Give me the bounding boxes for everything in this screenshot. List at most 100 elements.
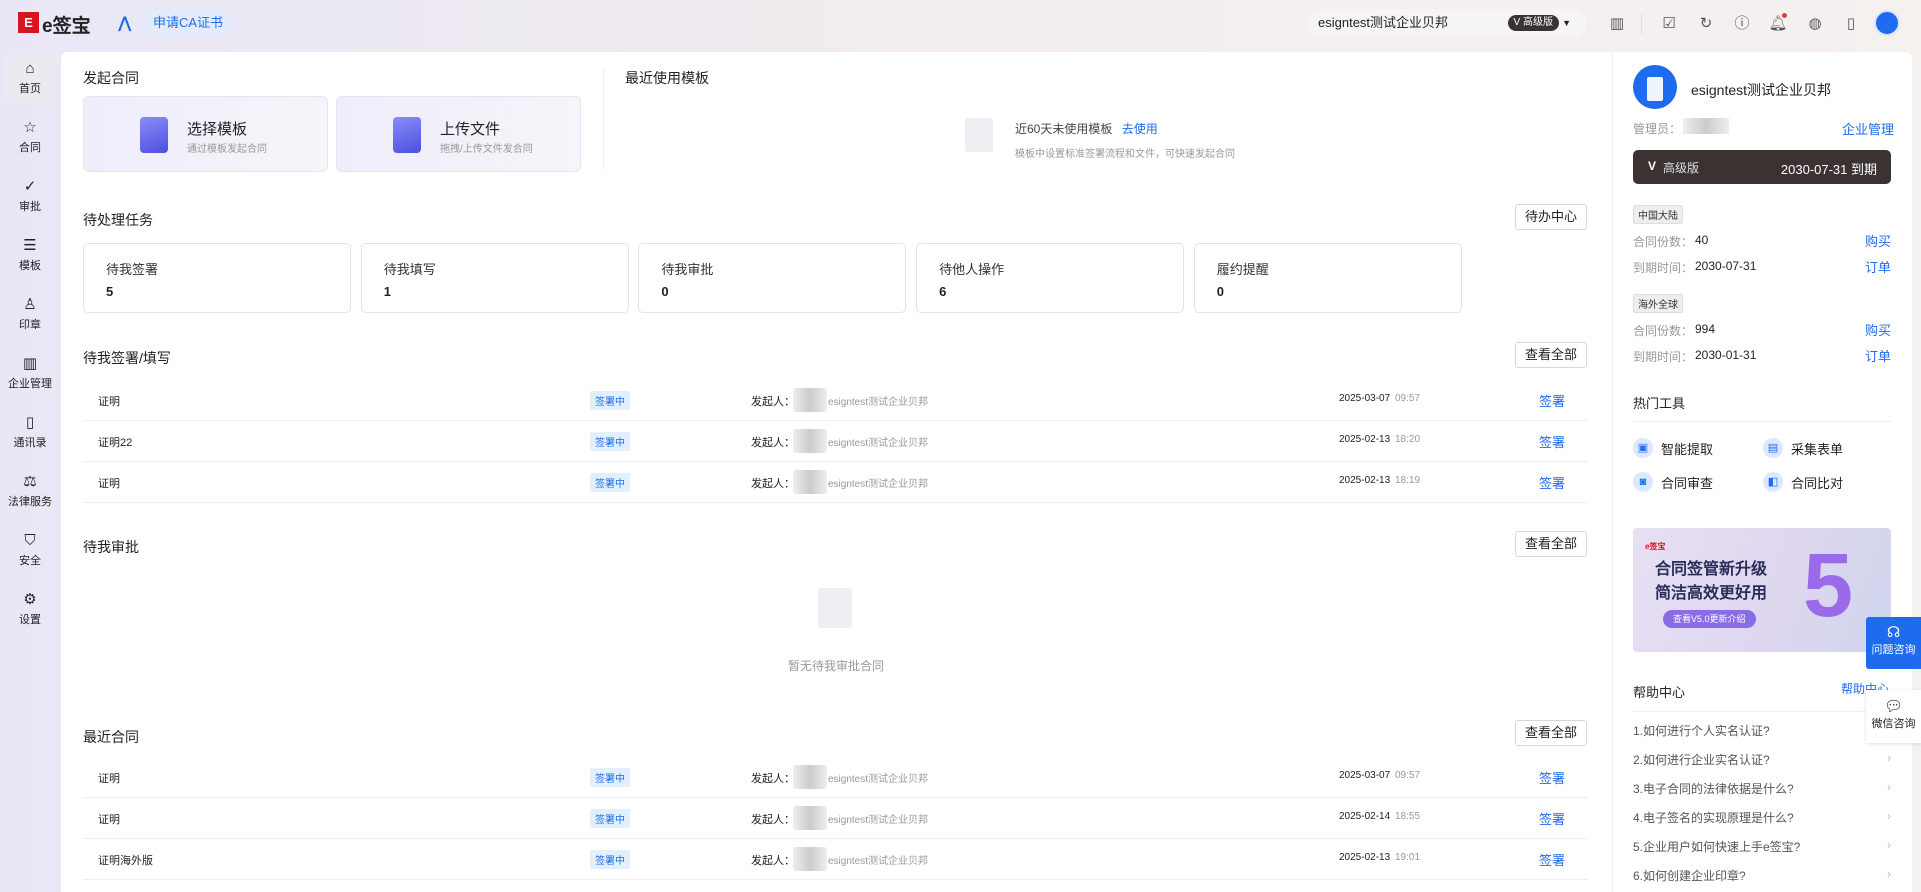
table-row[interactable]: 证明海外版 签署中 发起人： esigntest测试企业贝邦 2025-02-1… — [83, 839, 1588, 880]
tool-item[interactable]: ▣ 智能提取 — [1633, 438, 1713, 458]
contract-name[interactable]: 证明 — [98, 475, 120, 491]
sidebar-item[interactable]: ▥ 企业管理 — [5, 349, 55, 399]
recent-contracts-title: 最近合同 — [83, 729, 139, 745]
table-row[interactable]: 证明22 签署中 发起人： esigntest测试企业贝邦 2025-02-13… — [83, 421, 1588, 462]
task-card[interactable]: 履约提醒 0 — [1193, 243, 1462, 313]
help-icon[interactable]: ⓘ — [1732, 14, 1752, 34]
task-card[interactable]: 待我签署 5 — [83, 243, 351, 313]
bell-icon[interactable]: 🔔︎ — [1768, 13, 1788, 34]
consult-button[interactable]: ☊ 问题咨询 — [1866, 617, 1921, 669]
contract-name[interactable]: 证明 — [98, 770, 120, 786]
divider — [1633, 711, 1891, 712]
todo-center-button[interactable]: 待办中心 — [1515, 204, 1588, 230]
time: 18:55 — [1395, 811, 1421, 822]
contacts-icon: ▯ — [25, 414, 35, 431]
time: 19:01 — [1395, 852, 1421, 863]
buy-link[interactable]: 购买 — [1865, 231, 1891, 250]
task-count: 0 — [1216, 284, 1225, 299]
help-item[interactable]: 1.如何进行个人实名认证? — [1633, 722, 1891, 739]
company-avatar-icon — [1633, 65, 1677, 109]
card-subtitle: 拖拽/上传文件发合同 — [440, 144, 533, 155]
sidebar-item[interactable]: ⌂ 首页 — [5, 54, 55, 104]
order-link[interactable]: 订单 — [1865, 257, 1891, 276]
initiator-org: esigntest测试企业贝邦 — [828, 815, 929, 826]
sidebar-item[interactable]: ✓ 审批 — [5, 172, 55, 222]
status-badge: 签署中 — [590, 432, 630, 451]
sidebar-item[interactable]: ☆ 合同 — [5, 113, 55, 163]
chevron-right-icon: › — [1887, 838, 1891, 852]
use-template-link[interactable]: 去使用 — [1122, 122, 1158, 136]
choose-template-card[interactable]: 选择模板 通过模板发起合同 — [83, 96, 328, 172]
contract-name[interactable]: 证明 — [98, 393, 120, 409]
view-all-approve-button[interactable]: 查看全部 — [1515, 531, 1588, 557]
help-item[interactable]: 6.如何创建企业印章? › — [1633, 867, 1891, 884]
sidebar-item-label: 通讯录 — [13, 437, 47, 449]
tool-item[interactable]: ▤ 采集表单 — [1763, 438, 1843, 458]
globe-icon[interactable]: ◍ — [1805, 14, 1825, 34]
contract-name[interactable]: 证明 — [98, 811, 120, 827]
sidebar-item[interactable]: ⚖ 法律服务 — [5, 467, 55, 517]
view-all-recent-button[interactable]: 查看全部 — [1515, 720, 1588, 746]
table-row[interactable]: 证明 签署中 发起人： esigntest测试企业贝邦 2025-02-13 1… — [83, 462, 1588, 503]
table-row[interactable]: 证明 签署中 发起人： esigntest测试企业贝邦 2025-02-14 1… — [83, 798, 1588, 839]
upload-file-card[interactable]: 上传文件 拖拽/上传文件发合同 — [336, 96, 581, 172]
mobile-icon[interactable]: ▯ — [1841, 14, 1861, 34]
task-card[interactable]: 待我填写 1 — [360, 243, 629, 313]
user-avatar[interactable] — [1874, 10, 1900, 36]
help-question: 2.如何进行企业实名认证? — [1633, 753, 1770, 767]
divider — [1612, 52, 1613, 892]
initiator-label: 发起人： — [751, 814, 795, 826]
sign-link[interactable]: 签署 — [1539, 850, 1565, 869]
help-question: 1.如何进行个人实名认证? — [1633, 724, 1770, 738]
wechat-consult-button[interactable]: 💬︎ 微信咨询 — [1866, 690, 1921, 743]
company-switcher[interactable]: esigntest测试企业贝邦 V 高级版 ▼ — [1307, 9, 1587, 37]
tool-item[interactable]: ◙ 合同审查 — [1633, 472, 1713, 492]
banner-five-graphic: 5 — [1803, 536, 1854, 636]
view-all-to-sign-button[interactable]: 查看全部 — [1515, 342, 1588, 368]
sign-link[interactable]: 签署 — [1539, 432, 1565, 451]
todo-check-icon[interactable]: ☑ — [1659, 14, 1679, 34]
empty-text: 近60天未使用模板 — [1015, 122, 1113, 136]
help-item[interactable]: 3.电子合同的法律依据是什么? › — [1633, 780, 1891, 797]
task-count: 6 — [939, 284, 947, 299]
sidebar-item[interactable]: ☰ 模板 — [5, 231, 55, 281]
help-item[interactable]: 2.如何进行企业实名认证? › — [1633, 751, 1891, 768]
upload-folder-icon — [393, 117, 421, 153]
sign-link[interactable]: 签署 — [1539, 391, 1565, 410]
help-item[interactable]: 5.企业用户如何快速上手e签宝? › — [1633, 838, 1891, 855]
table-row[interactable]: 证明 签署中 发起人： esigntest测试企业贝邦 2025-03-07 0… — [83, 757, 1588, 798]
building-icon[interactable]: ▥ — [1607, 14, 1627, 34]
apply-ca-button[interactable]: 申请CA证书 — [140, 10, 237, 36]
law-icon: ⚖ — [23, 473, 37, 490]
chevron-down-icon: ▼ — [1562, 18, 1571, 28]
tool-item[interactable]: ◧ 合同比对 — [1763, 472, 1843, 492]
tool-label: 智能提取 — [1661, 441, 1714, 457]
sidebar-item[interactable]: ▯ 通讯录 — [5, 408, 55, 458]
promo-banner[interactable]: e签宝 合同签管新升级 简洁高效更好用 查看V5.0更新介绍 5 — [1633, 528, 1891, 652]
expire-label: 到期时间： — [1633, 261, 1694, 275]
banner-line2: 简洁高效更好用 — [1655, 585, 1768, 602]
sidebar-item[interactable]: ♙ 印章 — [5, 290, 55, 340]
help-item[interactable]: 4.电子签名的实现原理是什么? › — [1633, 809, 1891, 826]
ca-icon: ⋀ — [118, 15, 132, 32]
banner-button[interactable]: 查看V5.0更新介绍 — [1663, 610, 1756, 628]
sidebar-item[interactable]: ⛉ 安全 — [5, 526, 55, 576]
sign-link[interactable]: 签署 — [1539, 768, 1565, 787]
table-row[interactable]: 证明 签署中 发起人： esigntest测试企业贝邦 2025-03-07 0… — [83, 380, 1588, 421]
history-icon[interactable]: ↻ — [1696, 14, 1716, 34]
task-card[interactable]: 待他人操作 6 — [916, 243, 1185, 313]
date: 2025-02-13 — [1339, 434, 1391, 445]
task-card[interactable]: 待我审批 0 — [638, 243, 907, 313]
sign-link[interactable]: 签署 — [1539, 473, 1565, 492]
wechat-icon: 💬︎ — [1883, 698, 1904, 715]
contract-name[interactable]: 证明22 — [98, 434, 132, 450]
date: 2025-02-14 — [1339, 811, 1391, 822]
sidebar-item[interactable]: ⚙ 设置 — [5, 585, 55, 635]
sign-link[interactable]: 签署 — [1539, 809, 1565, 828]
empty-document-icon — [818, 588, 852, 628]
contract-name[interactable]: 证明海外版 — [98, 852, 153, 868]
tool-label: 合同审查 — [1661, 475, 1714, 491]
enterprise-manage-link[interactable]: 企业管理 — [1842, 119, 1894, 138]
order-link[interactable]: 订单 — [1865, 346, 1891, 365]
buy-link[interactable]: 购买 — [1865, 320, 1891, 339]
